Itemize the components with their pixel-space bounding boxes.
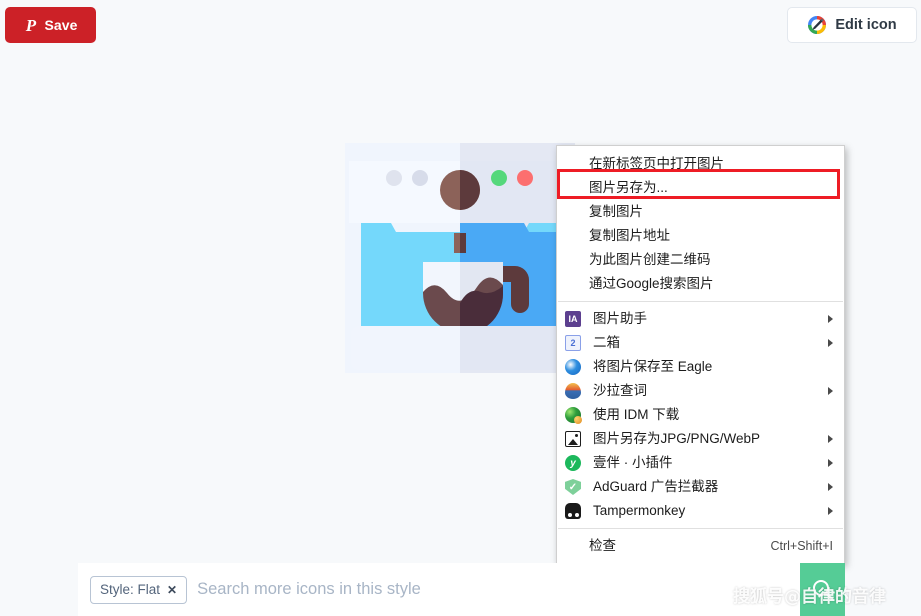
menu-item-save-to-eagle[interactable]: 将图片保存至 Eagle — [557, 355, 844, 379]
menu-item-label: 检查 — [589, 538, 616, 554]
close-icon[interactable]: ✕ — [167, 584, 177, 596]
menu-item-idm-download[interactable]: 使用 IDM 下载 — [557, 403, 844, 427]
menu-item-label: 图片另存为... — [589, 180, 668, 196]
menu-item-image-assistant[interactable]: IA 图片助手 — [557, 307, 844, 331]
submenu-arrow-icon — [828, 315, 833, 323]
yiban-icon: y — [565, 455, 589, 471]
menu-item-tampermonkey[interactable]: Tampermonkey — [557, 499, 844, 523]
menu-item-copy-image[interactable]: 复制图片 — [557, 200, 844, 224]
saladict-icon — [565, 383, 589, 399]
pinterest-save-button[interactable]: P Save — [5, 7, 96, 43]
submenu-arrow-icon — [828, 483, 833, 491]
submenu-arrow-icon — [828, 507, 833, 515]
menu-item-open-image-new-tab[interactable]: 在新标签页中打开图片 — [557, 152, 844, 176]
menu-item-shortcut: Ctrl+Shift+I — [770, 539, 833, 553]
submenu-arrow-icon — [828, 387, 833, 395]
image-assistant-icon: IA — [565, 311, 589, 327]
menu-item-label: 图片助手 — [593, 311, 647, 327]
menu-separator — [558, 301, 843, 302]
search-icon — [810, 577, 836, 603]
pinterest-p-icon: P — [25, 15, 37, 35]
tampermonkey-icon — [565, 503, 589, 519]
menu-item-label: 使用 IDM 下载 — [593, 407, 680, 423]
menu-item-saladict[interactable]: 沙拉查词 — [557, 379, 844, 403]
menu-item-create-qr-code[interactable]: 为此图片创建二维码 — [557, 248, 844, 272]
idm-icon — [565, 407, 589, 424]
style-filter-chip-label: Style: Flat — [100, 582, 161, 597]
image-save-format-icon — [565, 431, 589, 447]
edit-icon-button-label: Edit icon — [835, 17, 897, 33]
menu-item-adguard[interactable]: ✓ AdGuard 广告拦截器 — [557, 475, 844, 499]
menu-item-label: 通过Google搜索图片 — [589, 276, 714, 292]
menu-item-label: AdGuard 广告拦截器 — [593, 479, 719, 495]
menu-item-yiban[interactable]: y 壹伴 · 小插件 — [557, 451, 844, 475]
menu-item-label: 复制图片地址 — [589, 228, 670, 244]
colored-pencil-icon — [807, 15, 827, 35]
page-root: P Save Edit icon 在新标签页中打开图片 图片另存为... 复制图… — [0, 0, 921, 616]
menu-item-label: 沙拉查词 — [593, 383, 647, 399]
menu-item-inspect[interactable]: 检查 Ctrl+Shift+I — [557, 534, 844, 558]
menu-item-erxiang[interactable]: 2 二箱 — [557, 331, 844, 355]
search-input[interactable] — [187, 580, 845, 599]
menu-item-label: Tampermonkey — [593, 503, 686, 519]
submenu-arrow-icon — [828, 459, 833, 467]
menu-item-copy-image-address[interactable]: 复制图片地址 — [557, 224, 844, 248]
menu-item-label: 在新标签页中打开图片 — [589, 156, 724, 172]
search-submit-button[interactable] — [800, 563, 845, 616]
menu-item-search-image-google[interactable]: 通过Google搜索图片 — [557, 272, 844, 296]
menu-item-label: 为此图片创建二维码 — [589, 252, 711, 268]
menu-separator — [558, 528, 843, 529]
menu-item-label: 壹伴 · 小插件 — [593, 455, 673, 471]
context-menu[interactable]: 在新标签页中打开图片 图片另存为... 复制图片 复制图片地址 为此图片创建二维… — [556, 145, 845, 564]
menu-item-label: 将图片保存至 Eagle — [593, 359, 713, 375]
menu-item-save-image-format[interactable]: 图片另存为JPG/PNG/WebP — [557, 427, 844, 451]
save-button-label: Save — [44, 17, 78, 33]
menu-item-label: 图片另存为JPG/PNG/WebP — [593, 431, 761, 447]
adguard-shield-icon: ✓ — [565, 479, 589, 495]
submenu-arrow-icon — [828, 339, 833, 347]
submenu-arrow-icon — [828, 435, 833, 443]
search-bar: Style: Flat ✕ — [78, 563, 845, 616]
coffee-machine-flat-icon[interactable] — [345, 143, 575, 373]
menu-item-label: 复制图片 — [589, 204, 643, 220]
menu-item-label: 二箱 — [593, 335, 620, 351]
menu-item-save-image-as[interactable]: 图片另存为... — [557, 176, 844, 200]
style-filter-chip[interactable]: Style: Flat ✕ — [90, 575, 188, 604]
erxiang-icon: 2 — [565, 335, 589, 351]
eagle-icon — [565, 359, 589, 375]
edit-icon-button[interactable]: Edit icon — [787, 7, 917, 43]
